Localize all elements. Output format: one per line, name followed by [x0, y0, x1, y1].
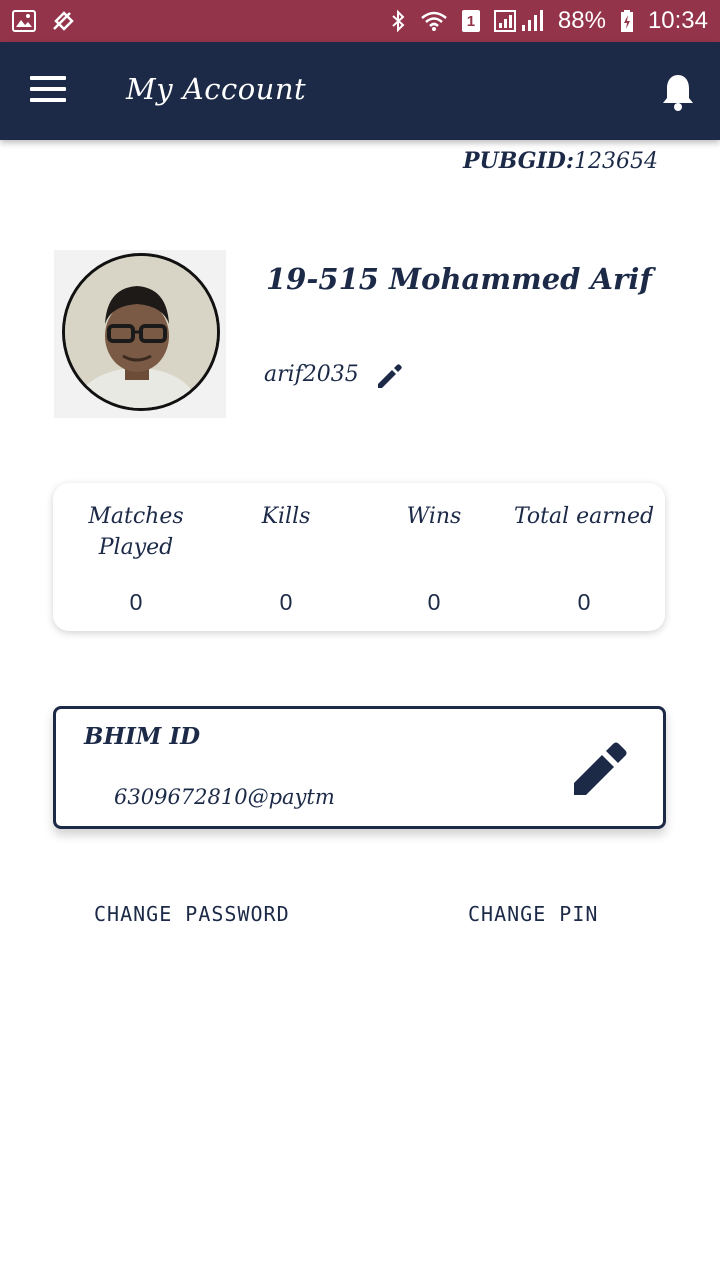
stat-label: Kills [261, 504, 311, 529]
status-left [12, 9, 76, 33]
username: arif2035 [264, 362, 359, 387]
avatar[interactable] [62, 253, 220, 411]
bhim-card: BHIM ID 6309672810@paytm [53, 706, 666, 829]
pubg-id-label: PUBGID: [463, 148, 575, 174]
hamburger-menu-icon[interactable] [30, 76, 66, 106]
muted-notification-icon [50, 9, 76, 33]
stat-value: 0 [427, 589, 441, 615]
app-bar: My Account [0, 42, 720, 140]
edit-bhim-pencil-icon[interactable] [568, 737, 632, 801]
battery-icon [620, 9, 634, 33]
stat-matches-played: Matches Played 0 [61, 501, 211, 616]
profile-name: 19-515 Mohammed Arif [266, 262, 652, 296]
pubg-id-value: 123654 [574, 149, 658, 174]
change-pin-button[interactable]: CHANGE PIN [468, 902, 598, 926]
stat-label: Matches Played [88, 504, 184, 560]
stat-label: Wins [406, 504, 462, 529]
stat-label: Total earned [513, 504, 655, 529]
change-password-button[interactable]: CHANGE PASSWORD [94, 902, 290, 926]
stat-value: 0 [129, 589, 143, 615]
wifi-icon [420, 10, 448, 32]
status-bar: 1 88% 10:34 [0, 0, 720, 42]
status-right: 1 88% 10:34 [390, 7, 708, 35]
stats-card: Matches Played 0 Kills 0 Wins 0 Total ea… [53, 483, 665, 631]
bhim-value: 6309672810@paytm [114, 785, 335, 809]
edit-username-pencil-icon[interactable] [374, 360, 406, 392]
battery-percent: 88% [557, 7, 606, 34]
stat-value: 0 [577, 589, 591, 615]
gallery-icon [12, 10, 36, 32]
bhim-label: BHIM ID [84, 723, 201, 750]
pubg-id: PUBGID:123654 [463, 148, 658, 174]
bluetooth-icon [390, 9, 406, 33]
bell-icon[interactable] [660, 72, 696, 112]
sim-badge: 1 [461, 10, 480, 32]
page-title: My Account [126, 72, 307, 106]
stat-wins: Wins 0 [359, 501, 509, 616]
clock: 10:34 [647, 7, 708, 34]
stat-kills: Kills 0 [211, 501, 361, 616]
stat-value: 0 [279, 589, 293, 615]
stat-total-earned: Total earned 0 [505, 501, 663, 616]
signal-icon [493, 9, 544, 33]
